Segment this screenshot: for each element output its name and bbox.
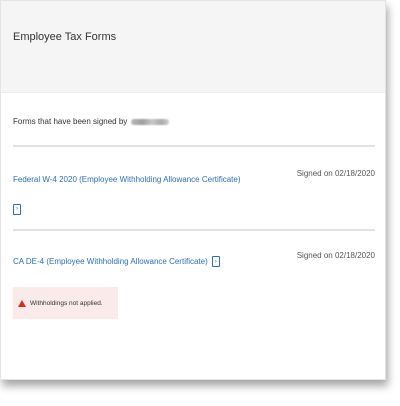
redacted-employee-name (131, 118, 170, 125)
tax-forms-card: Employee Tax Forms Forms that have been … (0, 0, 386, 380)
card-header: Employee Tax Forms (1, 1, 385, 93)
document-link-icon[interactable]: › (13, 203, 21, 215)
warning-icon (18, 299, 26, 307)
federal-w4-signed-date: Signed on 02/18/2020 (296, 169, 375, 178)
alert-text: Withholdings not applied. (30, 299, 103, 307)
signed-forms-label: Forms that have been signed by (13, 117, 170, 126)
card-title: Employee Tax Forms (13, 30, 117, 43)
ca-de4-link[interactable]: CA DE-4 (Employee Withholding Allowance … (13, 257, 208, 266)
divider (13, 229, 375, 231)
withholding-alert: Withholdings not applied. (13, 287, 118, 319)
form-row-ca-de4: CA DE-4 (Employee Withholding Allowance … (13, 251, 375, 269)
document-link-icon[interactable]: › (211, 256, 220, 267)
federal-w4-link[interactable]: Federal W-4 2020 (Employee Withholding A… (13, 175, 241, 184)
ca-de4-signed-date: Signed on 02/18/2020 (296, 251, 375, 260)
form-row-federal-w4: Federal W-4 2020 (Employee Withholding A… (13, 169, 375, 215)
signed-forms-label-text: Forms that have been signed by (13, 117, 128, 126)
divider (13, 145, 375, 147)
